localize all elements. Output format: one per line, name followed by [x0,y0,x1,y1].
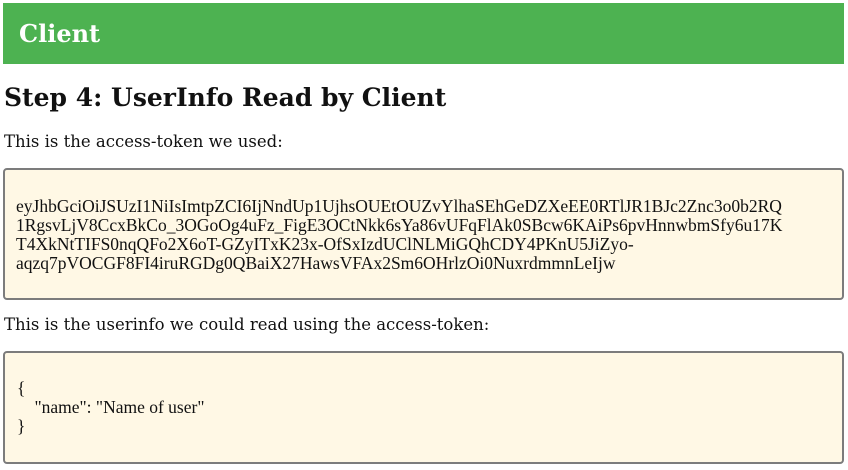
access-token-box[interactable]: eyJhbGciOiJSUzI1NiIsImtpZCI6IjNndUp1Ujhs… [3,168,844,300]
access-token-line: aqzq7pVOCGF8FI4iruRGDg0QBaiX27HawsVFAx2S… [16,253,616,273]
step-title: Step 4: UserInfo Read by Client [4,83,447,112]
access-token-label: This is the access-token we used: [4,132,283,151]
access-token-line: 1RgsvLjV8CcxBkCo_3OGoOg4uFz_FigE3OCtNkk6… [16,215,783,235]
access-token-line: T4XkNtTIFS0nqQFo2X6oT-GZyITxK23x-OfSxIzd… [16,234,634,254]
userinfo-label: This is the userinfo we could read using… [4,315,490,334]
userinfo-json-line: { [17,378,26,398]
header-title: Client [19,19,101,48]
userinfo-json-line: } [17,416,26,436]
userinfo-box[interactable]: { "name": "Name of user" } [3,351,844,464]
access-token-line: eyJhbGciOiJSUzI1NiIsImtpZCI6IjNndUp1Ujhs… [16,196,782,216]
client-header: Client [3,3,844,64]
userinfo-json-line: "name": "Name of user" [17,397,205,417]
